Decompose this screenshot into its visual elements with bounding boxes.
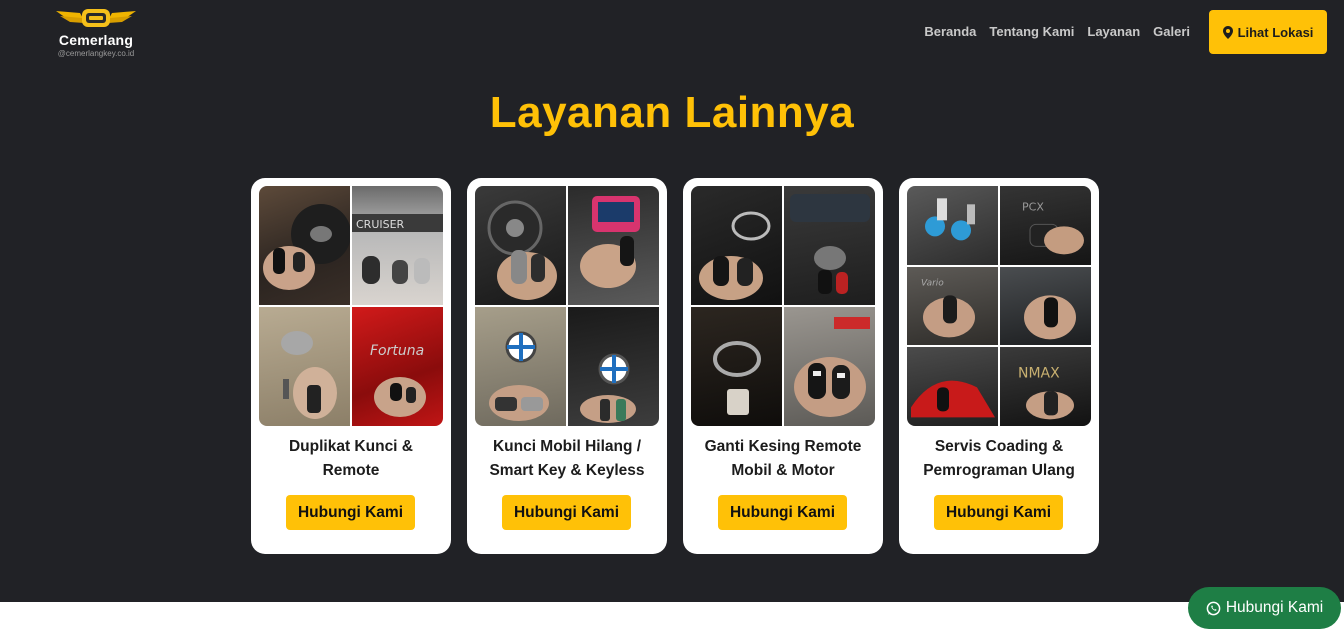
whatsapp-button-label: Hubungi Kami — [1225, 599, 1324, 616]
contact-button[interactable]: Hubungi Kami — [934, 495, 1063, 530]
contact-button[interactable]: Hubungi Kami — [286, 495, 415, 530]
service-card-duplikat: CRUISER Fortuna Duplikat Kunci & Remote … — [251, 178, 451, 554]
svg-text:Fortuna: Fortuna — [370, 343, 424, 359]
section-title: Layanan Lainnya — [489, 88, 855, 137]
photo-tile: Fortuna — [352, 307, 443, 426]
service-photo: CRUISER Fortuna — [259, 186, 443, 426]
location-button-label: Lihat Lokasi — [1237, 24, 1314, 40]
svg-text:PCX: PCX — [1022, 200, 1044, 213]
photo-tile — [907, 347, 998, 426]
service-card-ganti-kesing: Ganti Kesing Remote Mobil & Motor Hubung… — [683, 178, 883, 554]
photo-tile — [568, 307, 659, 426]
svg-text:CRUISER: CRUISER — [356, 218, 405, 231]
brand-site: @cemerlangkey.co.id — [57, 49, 135, 58]
service-title: Ganti Kesing Remote Mobil & Motor — [704, 438, 862, 479]
brand-logo[interactable]: Cemerlang @cemerlangkey.co.id — [38, 6, 156, 62]
map-pin-icon — [1222, 25, 1233, 39]
photo-tile — [259, 186, 350, 305]
nav-item-layanan[interactable]: Layanan — [1087, 24, 1140, 42]
service-photo: PCX Vario NMAX — [907, 186, 1091, 426]
brand-name: Cemerlang — [58, 32, 134, 48]
service-card-servis-coading: PCX Vario NMAX Servis Coading & Pemrogra… — [899, 178, 1099, 554]
photo-tile — [784, 307, 875, 426]
photo-tile — [691, 307, 782, 426]
location-button[interactable]: Lihat Lokasi — [1209, 10, 1327, 54]
service-title: Kunci Mobil Hilang / Smart Key & Keyless — [489, 438, 645, 479]
service-photo — [475, 186, 659, 426]
contact-button[interactable]: Hubungi Kami — [718, 495, 847, 530]
whatsapp-button[interactable]: Hubungi Kami — [1188, 587, 1341, 629]
main-nav: Beranda Tentang Kami Layanan Galeri — [924, 24, 1190, 42]
service-title: Duplikat Kunci & Remote — [288, 438, 413, 479]
photo-tile: CRUISER — [352, 186, 443, 305]
nav-item-galeri[interactable]: Galeri — [1153, 24, 1190, 42]
photo-tile — [475, 307, 566, 426]
photo-tile — [475, 186, 566, 305]
photo-tile — [784, 186, 875, 305]
service-photo — [691, 186, 875, 426]
photo-tile — [568, 186, 659, 305]
whatsapp-icon — [1206, 601, 1221, 615]
nav-item-beranda[interactable]: Beranda — [924, 24, 976, 42]
photo-tile — [691, 186, 782, 305]
photo-tile — [259, 307, 350, 426]
nav-item-tentang-kami[interactable]: Tentang Kami — [989, 24, 1074, 42]
logo-wings-icon — [56, 9, 136, 27]
svg-text:NMAX: NMAX — [1018, 366, 1060, 382]
service-card-kunci-hilang: Kunci Mobil Hilang / Smart Key & Keyless… — [467, 178, 667, 554]
svg-text:Vario: Vario — [921, 278, 944, 288]
photo-tile — [1000, 266, 1091, 346]
service-title: Servis Coading & Pemrograman Ulang — [923, 438, 1075, 479]
photo-tile: PCX — [1000, 186, 1091, 265]
photo-tile — [907, 186, 998, 265]
contact-button[interactable]: Hubungi Kami — [502, 495, 631, 530]
photo-tile: Vario — [907, 266, 998, 346]
photo-tile: NMAX — [1000, 347, 1091, 426]
